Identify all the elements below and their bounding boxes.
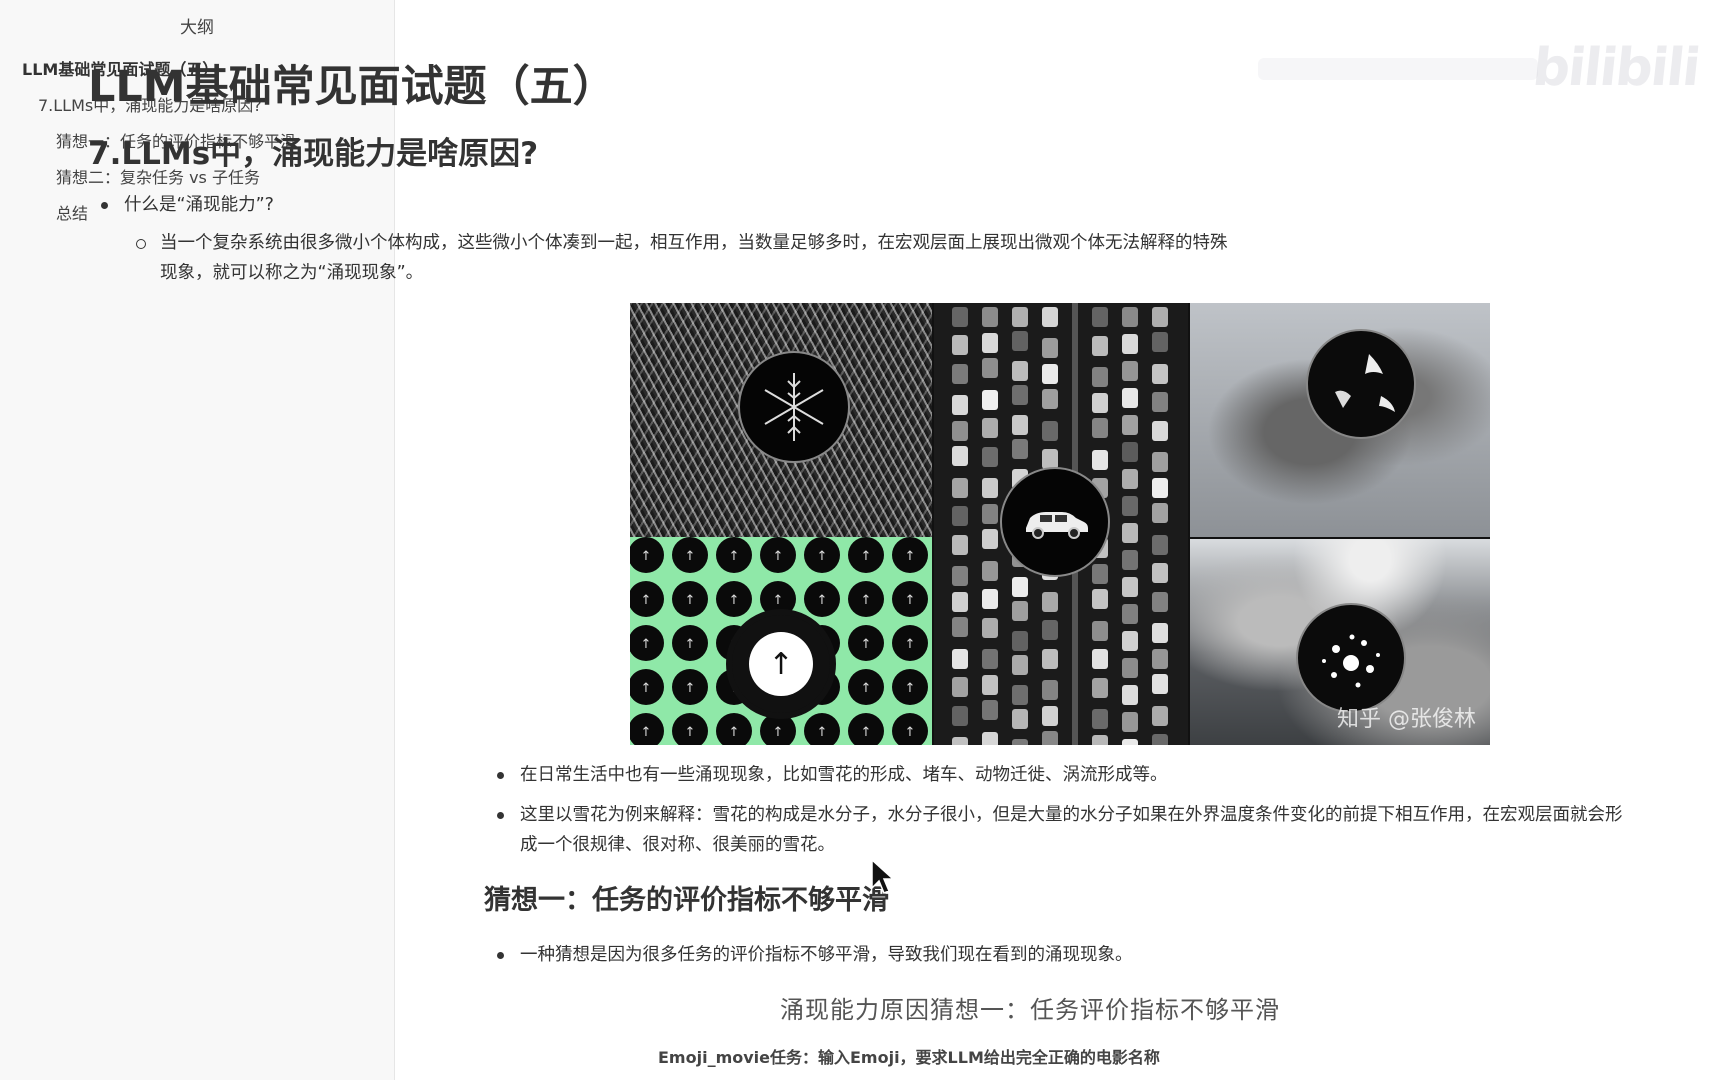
car-icon (1000, 467, 1110, 577)
svg-text:↑: ↑ (729, 549, 740, 564)
svg-text:↑: ↑ (905, 549, 916, 564)
mouse-cursor-icon (871, 858, 895, 894)
svg-text:↑: ↑ (773, 593, 784, 608)
svg-text:↑: ↑ (641, 593, 652, 608)
bullet-what-is-emergence: 什么是“涌现能力”? (88, 190, 1238, 220)
svg-text:↑: ↑ (861, 725, 872, 740)
svg-text:↑: ↑ (905, 725, 916, 740)
svg-text:↑: ↑ (685, 549, 696, 564)
svg-text:↑: ↑ (641, 637, 652, 652)
bullet-hypothesis-1: 一种猜想是因为很多任务的评价指标不够平滑，导致我们现在看到的涌现现象。 (484, 940, 1634, 970)
svg-text:↑: ↑ (641, 725, 652, 740)
svg-text:↑: ↑ (729, 725, 740, 740)
document-body: LLM基础常见面试题（五） 7.LLMs中，涌现能力是啥原因? 什么是“涌现能力… (88, 52, 1238, 288)
svg-text:↑: ↑ (861, 593, 872, 608)
svg-text:↑: ↑ (861, 549, 872, 564)
svg-text:↑: ↑ (905, 593, 916, 608)
bullet-snowflake-explanation: 这里以雪花为例来解释：雪花的构成是水分子，水分子很小，但是大量的水分子如果在外界… (484, 800, 1634, 860)
section-heading: 7.LLMs中，涌现能力是啥原因? (88, 136, 539, 172)
up-arrow-icon: ↑ (726, 609, 836, 719)
svg-text:↑: ↑ (641, 681, 652, 696)
particles-icon (1296, 603, 1406, 713)
bird-icon (1306, 329, 1416, 439)
bullet-everyday-examples: 在日常生活中也有一些涌现现象，比如雪花的形成、堵车、动物迁徙、涡流形成等。 (484, 760, 1634, 790)
bilibili-watermark: bilibili (1529, 38, 1702, 98)
svg-text:↑: ↑ (817, 725, 828, 740)
figure-watermark: 知乎 @张俊林 (1337, 707, 1476, 732)
svg-text:↑: ↑ (861, 681, 872, 696)
svg-text:↑: ↑ (685, 681, 696, 696)
svg-text:↑: ↑ (773, 549, 784, 564)
svg-text:↑: ↑ (685, 725, 696, 740)
svg-text:↑: ↑ (905, 637, 916, 652)
svg-text:↑: ↑ (905, 681, 916, 696)
svg-text:↑: ↑ (861, 637, 872, 652)
outline-title: 大纲 (180, 18, 214, 38)
svg-text:↑: ↑ (773, 725, 784, 740)
svg-text:↑: ↑ (641, 549, 652, 564)
page-title: LLM基础常见面试题（五） (88, 62, 616, 112)
emergence-figure: ↑↑↑↑↑↑↑↑↑↑↑↑↑↑↑↑↑↑↑↑↑↑↑↑↑↑↑↑↑↑↑↑↑↑↑ ↑ (630, 303, 1490, 745)
slide-subtitle: Emoji_movie任务：输入Emoji，要求LLM给出完全正确的电影名称 (658, 1048, 1160, 1067)
snowflake-icon (738, 351, 850, 463)
slide-title: 涌现能力原因猜想一：任务评价指标不够平滑 (780, 996, 1280, 1024)
svg-text:↑: ↑ (817, 593, 828, 608)
sub-bullet-emergence-definition: 当一个复杂系统由很多微小个体构成，这些微小个体凑到一起，相互作用，当数量足够多时… (88, 228, 1238, 288)
svg-text:↑: ↑ (685, 637, 696, 652)
svg-text:↑: ↑ (685, 593, 696, 608)
svg-text:↑: ↑ (729, 593, 740, 608)
svg-text:↑: ↑ (817, 549, 828, 564)
watermark-haze (1258, 58, 1538, 80)
hypothesis-1-heading: 猜想一：任务的评价指标不够平滑 (484, 885, 889, 916)
